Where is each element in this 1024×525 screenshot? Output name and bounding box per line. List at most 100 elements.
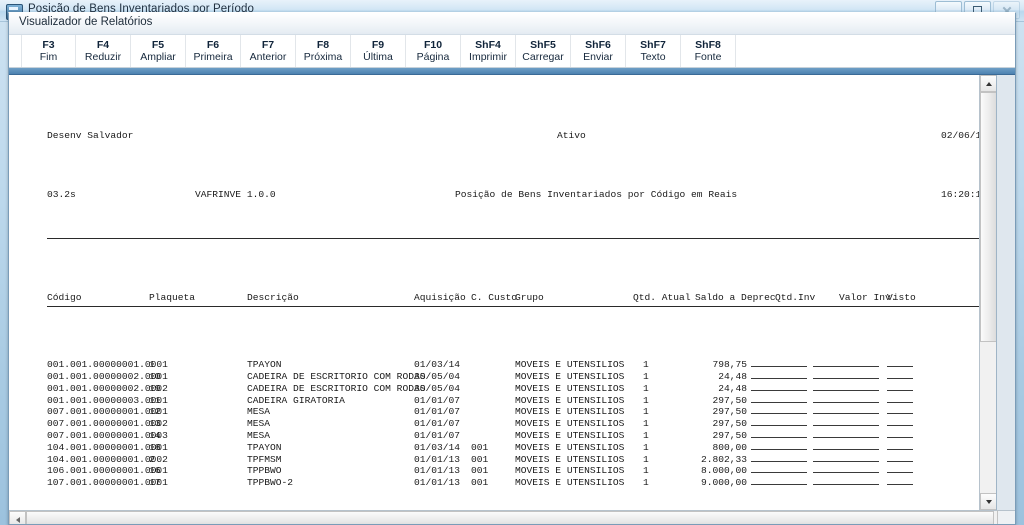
company-name: Desenv Salvador	[47, 130, 134, 142]
toolbar-key-primeira[interactable]: F6 Primeira	[186, 35, 241, 67]
toolbar-key-shortcut: F7	[261, 38, 275, 51]
column-header-codigo: Código	[47, 291, 82, 303]
cell-valor-inv-blank	[813, 442, 879, 450]
cell-valor-inv-blank	[813, 454, 879, 462]
table-row: 104.001.00000001.0001 18 TPAYON 01/03/14 001…	[47, 442, 987, 454]
toolbar-accent-band	[9, 68, 1015, 75]
cell-qtd-inv-blank	[751, 395, 807, 403]
cell-saldo-deprec: 297,50	[712, 394, 747, 406]
report-column-headers: Código Plaqueta Descrição Aquisição C. C…	[47, 292, 987, 305]
toolbar-key-label: Última	[363, 50, 393, 63]
header-divider-top	[47, 237, 987, 239]
module-title: Ativo	[557, 130, 586, 142]
table-row: 001.001.00000002.0002 19 CADEIRA DE ESCRIT…	[47, 383, 987, 395]
cell-valor-inv-blank	[813, 477, 879, 486]
cell-saldo-deprec: 798,75	[712, 359, 747, 371]
toolbar-key-shortcut: ShF8	[695, 38, 721, 51]
vertical-scroll-thumb[interactable]	[980, 92, 996, 342]
toolbar-key-shortcut: F10	[423, 38, 443, 51]
cell-saldo-deprec: 297,50	[712, 429, 747, 441]
viewer-titlebar[interactable]: Visualizador de Relatórios	[9, 13, 1015, 35]
report-header-line-2: 03.2s VAFRINVE 1.0.0 Posição de Bens Inv…	[47, 189, 987, 201]
column-header-qtd-inv: Qtd.Inv	[775, 291, 816, 303]
cell-saldo-deprec: 800,00	[712, 441, 747, 453]
program-name: VAFRINVE 1.0.0	[195, 189, 276, 201]
cell-saldo-deprec: 297,50	[712, 406, 747, 418]
horizontal-scrollbar[interactable]	[9, 510, 1015, 524]
cell-qtd-inv-blank	[751, 477, 807, 486]
toolbar-key-label: Fim	[39, 50, 58, 63]
report-page: Desenv Salvador Ativo 02/06/14 03.2s VAF…	[9, 75, 997, 510]
toolbar-key-pagina[interactable]: F10 Página	[406, 35, 461, 67]
table-row: 007.001.00000001.0001 12 MESA 01/01/07 MOVEI…	[47, 406, 987, 418]
toolbar-key-shortcut: F4	[96, 38, 110, 51]
cell-saldo-deprec: 24,48	[718, 370, 747, 382]
toolbar-key-texto[interactable]: ShF7 Texto	[626, 35, 681, 67]
cell-qtd-inv-blank	[751, 430, 807, 438]
column-header-plaqueta: Plaqueta	[149, 291, 196, 303]
toolbar-key-ultima[interactable]: F9 Última	[351, 35, 406, 67]
scroll-left-arrow-icon[interactable]	[9, 511, 26, 524]
cell-valor-inv-blank	[813, 465, 879, 474]
page-surface: Desenv Salvador Ativo 02/06/14 03.2s VAF…	[9, 75, 1015, 524]
header-divider-bottom	[47, 305, 987, 307]
toolbar-key-label: Próxima	[303, 50, 343, 63]
cell-visto-blank	[887, 383, 913, 391]
table-row: 007.001.00000001.0002 13 MESA 01/01/07 MOVEI…	[47, 418, 987, 430]
column-header-grupo: Grupo	[515, 291, 544, 303]
cell-qtd-inv-blank	[751, 406, 807, 415]
vertical-scrollbar[interactable]	[979, 75, 996, 510]
cell-saldo-deprec: 2.802,33	[700, 453, 747, 465]
cell-saldo-deprec: 8.000,00	[700, 465, 747, 477]
cell-qtd-inv-blank	[751, 454, 807, 462]
toolbar-key-shortcut: F8	[316, 38, 330, 51]
toolbar-key-label: Fonte	[694, 50, 722, 63]
toolbar-key-label: Carregar	[522, 50, 564, 63]
horizontal-scroll-thumb[interactable]	[26, 511, 994, 524]
toolbar-key-shortcut: ShF6	[585, 38, 611, 51]
column-header-aquisicao: Aquisição	[414, 291, 466, 303]
cell-valor-inv-blank	[813, 406, 879, 415]
table-row: 001.001.00000001.0001 1 TPAYON 01/03/14 MOVE…	[47, 359, 987, 371]
scroll-up-arrow-icon[interactable]	[980, 75, 996, 92]
desktop-background: Posição de Bens Inventariados por Períod…	[0, 0, 1024, 525]
toolbar-key-shortcut: ShF5	[530, 38, 556, 51]
cell-visto-blank	[887, 359, 913, 368]
table-row: 104.001.00000001.0002 2 TPFMSM 01/01/13 001 M…	[47, 454, 987, 466]
toolbar-key-label: Imprimir	[469, 50, 507, 63]
column-header-ccusto: C. Custo	[471, 291, 518, 303]
column-header-visto: Visto	[887, 291, 916, 303]
toolbar-key-fim[interactable]: F3 Fim	[21, 35, 76, 67]
report-title: Posição de Bens Inventariados por Código…	[455, 189, 738, 201]
version-code: 03.2s	[47, 189, 76, 201]
toolbar-key-enviar[interactable]: ShF6 Enviar	[571, 35, 626, 67]
cell-visto-blank	[887, 371, 913, 379]
report-viewer-window: Visualizador de Relatórios F3 Fim F4 Reduzi…	[8, 12, 1016, 525]
toolbar-key-label: Enviar	[583, 50, 613, 63]
toolbar-key-imprimir[interactable]: ShF4 Imprimir	[461, 35, 516, 67]
cell-saldo-deprec: 24,48	[718, 382, 747, 394]
toolbar-key-label: Ampliar	[140, 50, 176, 63]
cell-visto-blank	[887, 454, 913, 462]
cell-valor-inv-blank	[813, 383, 879, 391]
report-header-line-1: Desenv Salvador Ativo 02/06/14	[47, 130, 987, 142]
column-header-qtd-atual: Qtd. Atual	[633, 291, 691, 303]
table-row: 106.001.00000001.0001 16 TPPBWO 01/01/13 001…	[47, 465, 987, 477]
cell-qtd-inv-blank	[751, 442, 807, 450]
cell-visto-blank	[887, 430, 913, 438]
toolbar-key-carregar[interactable]: ShF5 Carregar	[516, 35, 571, 67]
toolbar-key-proxima[interactable]: F8 Próxima	[296, 35, 351, 67]
scrollbar-corner	[997, 510, 1015, 524]
toolbar-key-ampliar[interactable]: F5 Ampliar	[131, 35, 186, 67]
table-row: 107.001.00000001.0001 17 TPPBWO-2 01/01/13 0…	[47, 477, 987, 489]
toolbar-key-reduzir[interactable]: F4 Reduzir	[76, 35, 131, 67]
cell-visto-blank	[887, 418, 913, 427]
toolbar-key-anterior[interactable]: F7 Anterior	[241, 35, 296, 67]
cell-valor-inv-blank	[813, 359, 879, 368]
toolbar-key-shortcut: F9	[371, 38, 385, 51]
cell-saldo-deprec: 9.000,00	[700, 477, 747, 489]
scroll-down-arrow-icon[interactable]	[980, 493, 996, 510]
toolbar-key-fonte[interactable]: ShF8 Fonte	[681, 35, 736, 67]
toolbar-key-label: Texto	[640, 50, 666, 63]
column-header-descricao: Descrição	[247, 291, 299, 303]
